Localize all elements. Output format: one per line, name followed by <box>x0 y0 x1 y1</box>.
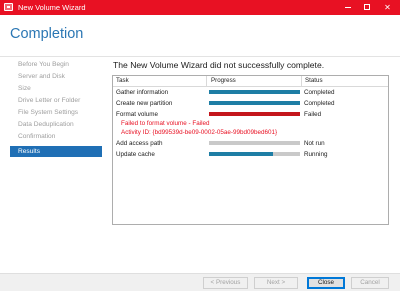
task-status: Failed <box>304 111 322 118</box>
maximize-button[interactable] <box>357 0 376 15</box>
nav-item-confirmation[interactable]: Confirmation <box>10 131 102 142</box>
nav-item-file-system-settings[interactable]: File System Settings <box>10 107 102 118</box>
nav-item-data-deduplication[interactable]: Data Deduplication <box>10 119 102 130</box>
table-row: Gather information Completed <box>113 88 388 97</box>
progress-bar <box>209 152 300 156</box>
task-name: Update cache <box>116 151 155 158</box>
task-status: Completed <box>304 89 335 96</box>
table-row: Format volume Failed <box>113 110 388 119</box>
result-headline: The New Volume Wizard did not successful… <box>113 60 325 70</box>
column-header-task[interactable]: Task <box>113 76 129 86</box>
header-rule <box>113 86 388 87</box>
progress-bar <box>209 141 300 145</box>
maximize-icon <box>363 4 370 10</box>
progress-bar <box>209 112 300 116</box>
task-results-table: Task Progress Status Gather information … <box>112 75 389 225</box>
next-button[interactable]: Next > <box>254 277 298 289</box>
previous-button[interactable]: < Previous <box>203 277 248 289</box>
task-status: Not run <box>304 140 325 147</box>
nav-item-server-and-disk[interactable]: Server and Disk <box>10 71 102 82</box>
progress-bar <box>209 90 300 94</box>
error-message: Failed to format volume - Failed <box>121 120 210 127</box>
progress-fill <box>209 112 300 116</box>
close-window-button[interactable]: ✕ <box>378 0 397 15</box>
window-title: New Volume Wizard <box>18 3 86 12</box>
progress-bar <box>209 101 300 105</box>
close-icon: ✕ <box>384 3 391 12</box>
column-separator <box>206 76 207 86</box>
nav-item-results[interactable]: Results <box>10 146 102 157</box>
table-row: Create new partition Completed <box>113 99 388 108</box>
task-name: Format volume <box>116 111 158 118</box>
table-row: Update cache Running <box>113 150 388 159</box>
minimize-button[interactable] <box>338 0 357 15</box>
nav-item-size[interactable]: Size <box>10 83 102 94</box>
minimize-icon <box>344 7 351 8</box>
column-header-status[interactable]: Status <box>302 76 323 86</box>
table-row: Add access path Not run <box>113 139 388 148</box>
header-divider <box>0 56 400 57</box>
column-header-progress[interactable]: Progress <box>208 76 236 86</box>
activity-id: Activity ID: {bd99539d-be09-0002-05ae-99… <box>121 129 278 136</box>
progress-fill <box>209 101 300 105</box>
nav-item-before-you-begin[interactable]: Before You Begin <box>10 59 102 70</box>
wizard-app-icon <box>4 3 13 11</box>
progress-fill <box>209 90 300 94</box>
task-name: Gather information <box>116 89 169 96</box>
nav-item-drive-letter[interactable]: Drive Letter or Folder <box>10 95 102 106</box>
task-name: Create new partition <box>116 100 173 107</box>
task-status: Completed <box>304 100 335 107</box>
wizard-footer: < Previous Next > Close Cancel <box>0 273 400 291</box>
cancel-button[interactable]: Cancel <box>351 277 389 289</box>
close-button[interactable]: Close <box>307 277 345 289</box>
progress-fill <box>209 152 273 156</box>
task-status: Running <box>304 151 328 158</box>
task-name: Add access path <box>116 140 163 147</box>
title-bar: New Volume Wizard ✕ <box>0 0 400 15</box>
page-title: Completion <box>10 26 84 42</box>
